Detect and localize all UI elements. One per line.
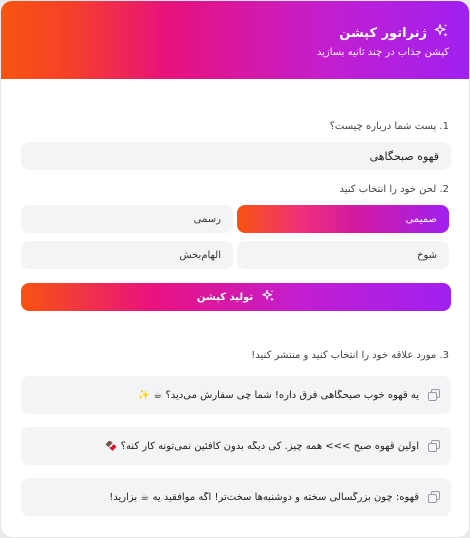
caption-text: یه قهوه خوب صبحگاهی فرق داره! شما چی سفا… [137,389,419,401]
tone-friendly-button[interactable]: صمیمی [237,205,449,233]
header-title-row: ژنراتور کپشن [339,23,449,43]
tone-witty-button[interactable]: شوخ [237,241,449,269]
step3-label: 3. مورد علاقه خود را انتخاب کنید و منتشر… [251,350,449,361]
step2-label: 2. لحن خود را انتخاب کنید [339,184,449,195]
header: ژنراتور کپشن کپشن جذاب در چند ثانیه بساز… [1,1,469,79]
copy-icon[interactable] [427,439,441,453]
caption-item[interactable]: اولین قهوه صبح >>> همه چیز. کی دیگه بدون… [21,427,451,465]
header-title: ژنراتور کپشن [339,25,427,41]
sparkles-icon [433,23,449,43]
generate-label: تولید کپشن [196,291,254,303]
sparkles-icon [261,289,275,306]
caption-text: اولین قهوه صبح >>> همه چیز. کی دیگه بدون… [105,440,419,452]
tone-formal-button[interactable]: رسمی [21,205,233,233]
copy-icon[interactable] [427,490,441,504]
caption-generator-card: ژنراتور کپشن کپشن جذاب در چند ثانیه بساز… [0,0,470,538]
tone-label: الهام‌بخش [179,249,221,261]
tone-label: رسمی [193,213,221,225]
header-subtitle: کپشن جذاب در چند ثانیه بسازید [316,47,449,58]
caption-item[interactable]: قهوه: چون بزرگسالی سخته و دوشنبه‌ها سخت‌… [21,478,451,516]
tone-label: صمیمی [405,213,437,225]
topic-input[interactable] [21,142,451,170]
tone-inspirational-button[interactable]: الهام‌بخش [21,241,233,269]
caption-text: قهوه: چون بزرگسالی سخته و دوشنبه‌ها سخت‌… [109,491,419,503]
generate-caption-button[interactable]: تولید کپشن [21,283,451,311]
tone-label: شوخ [417,249,437,261]
copy-icon[interactable] [427,388,441,402]
caption-item[interactable]: یه قهوه خوب صبحگاهی فرق داره! شما چی سفا… [21,376,451,414]
step1-label: 1. پست شما درباره چیست؟ [329,121,449,132]
